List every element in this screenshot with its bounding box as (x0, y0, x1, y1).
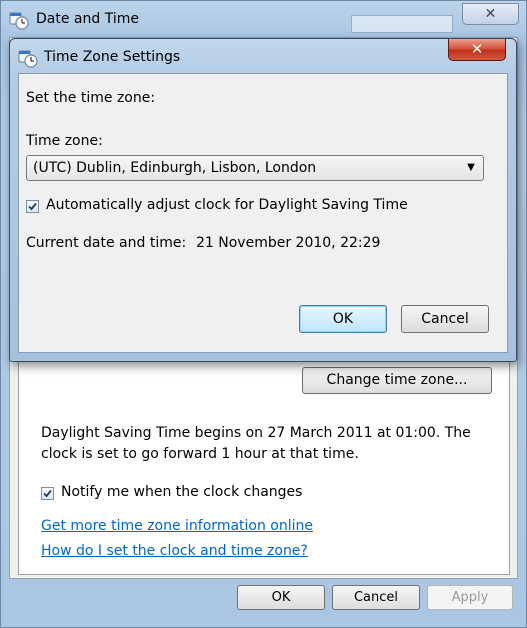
timezone-dropdown-value: (UTC) Dublin, Edinburgh, Lisbon, London (33, 160, 317, 176)
date-time-icon (9, 10, 29, 30)
timezone-dropdown[interactable]: (UTC) Dublin, Edinburgh, Lisbon, London … (26, 155, 484, 181)
current-datetime-label: Current date and time: (26, 235, 187, 251)
change-time-zone-button[interactable]: Change time zone... (302, 367, 492, 394)
close-icon: ✕ (470, 40, 484, 58)
dropdown-arrow-icon[interactable]: ▼ (463, 159, 479, 177)
dialog-cancel-button[interactable]: Cancel (401, 305, 489, 333)
dialog-title: Time Zone Settings (44, 49, 181, 65)
dst-checkbox[interactable] (26, 200, 39, 213)
time-zone-settings-dialog: Time Zone Settings ✕ Set the time zone: … (9, 38, 517, 362)
date-time-icon (18, 48, 38, 68)
dialog-close-button[interactable]: ✕ (448, 39, 506, 61)
notify-label[interactable]: Notify me when the clock changes (61, 484, 302, 500)
dialog-ok-button[interactable]: OK (299, 305, 387, 333)
notify-checkbox[interactable] (41, 487, 54, 500)
close-icon: ✕ (484, 6, 497, 22)
checkmark-icon (43, 489, 52, 498)
checkmark-icon (28, 202, 37, 211)
current-datetime-value: 21 November 2010, 22:29 (196, 235, 381, 251)
window-title: Date and Time (36, 11, 139, 27)
timezone-info-link[interactable]: Get more time zone information online (41, 518, 313, 534)
cancel-button[interactable]: Cancel (332, 585, 420, 610)
search-box-behind (351, 15, 453, 33)
dst-checkbox-label[interactable]: Automatically adjust clock for Daylight … (46, 197, 408, 213)
set-timezone-heading: Set the time zone: (26, 90, 156, 106)
dst-info-text: Daylight Saving Time begins on 27 March … (41, 425, 471, 462)
apply-button[interactable]: Apply (427, 585, 513, 610)
close-button[interactable]: ✕ (462, 3, 519, 25)
date-and-time-titlebar[interactable]: Date and Time ✕ (1, 1, 526, 37)
timezone-label: Time zone: (26, 133, 103, 149)
how-to-set-clock-link[interactable]: How do I set the clock and time zone? (41, 543, 308, 559)
ok-button[interactable]: OK (237, 585, 325, 610)
